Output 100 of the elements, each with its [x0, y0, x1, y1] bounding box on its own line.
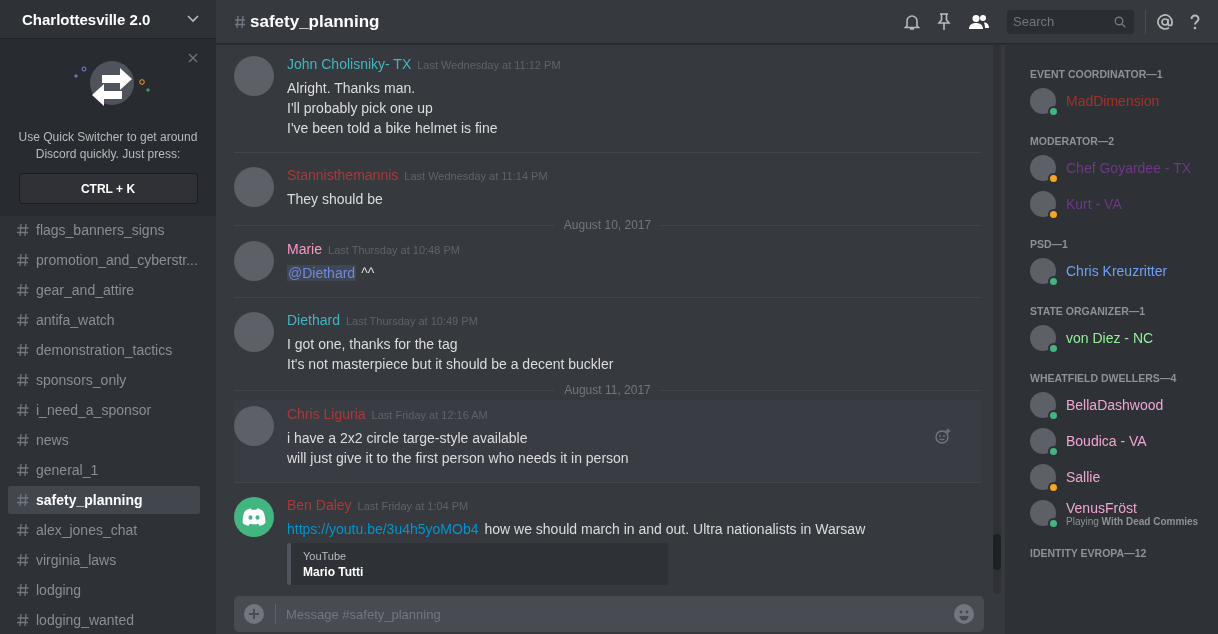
channel-item[interactable]: news — [8, 426, 200, 454]
channel-item[interactable]: antifa_watch — [8, 306, 200, 334]
scrollbar[interactable] — [993, 44, 1001, 594]
member-name: Sallie — [1066, 469, 1101, 485]
channel-item[interactable]: i_need_a_sponsor — [8, 396, 200, 424]
user-mention[interactable]: @Diethard — [287, 265, 357, 281]
members-icon[interactable] — [968, 13, 990, 30]
channel-hash-icon — [16, 283, 30, 297]
channel-item[interactable]: lodging_wanted — [8, 606, 200, 634]
channel-item[interactable]: safety_planning — [8, 486, 200, 514]
channel-hash-icon — [16, 253, 30, 267]
avatar — [1030, 325, 1056, 351]
avatar — [1030, 191, 1056, 217]
link[interactable]: https://youtu.be/3u4h5yoMOb4 — [287, 521, 479, 537]
message-text: ^^ — [361, 265, 375, 281]
channel-item[interactable]: general_1 — [8, 456, 200, 484]
avatar — [1030, 500, 1056, 526]
channel-hash-icon — [16, 373, 30, 387]
member-group-title: WHEATFIELD DWELLERS—4 — [1030, 372, 1178, 385]
message-text: will just give it to the first person who needs it in person — [287, 449, 629, 468]
avatar — [1030, 464, 1056, 490]
avatar — [1030, 392, 1056, 418]
member-name: BellaDashwood — [1066, 397, 1164, 413]
member-name: Chef Goyardee - TX — [1066, 160, 1192, 176]
message-text: Alright. Thanks man. — [287, 79, 417, 98]
avatar — [1030, 155, 1056, 181]
member-group-title: PSD—1 — [1030, 238, 1069, 251]
channel-hash-icon — [16, 223, 30, 237]
member-group-title: STATE ORGANIZER—1 — [1030, 305, 1147, 318]
channel-hash-icon — [16, 343, 30, 357]
channel-hash-icon — [16, 583, 30, 597]
channel-hash-icon — [16, 493, 30, 507]
member-name: Boudica - VA — [1066, 433, 1147, 449]
date-divider: August 11, 2017 — [563, 383, 652, 397]
avatar[interactable] — [234, 406, 274, 446]
message-text: i have a 2x2 circle targe-style available — [287, 429, 529, 448]
activity-status: Playing With Dead Commies — [1066, 515, 1199, 527]
member-item[interactable]: Boudica - VA — [1030, 423, 1210, 459]
channel-hash-icon — [16, 523, 30, 537]
channel-item[interactable]: lodging — [8, 576, 200, 604]
channel-hash-icon — [16, 403, 30, 417]
channel-hash-icon — [16, 433, 30, 447]
avatar — [1030, 428, 1056, 454]
member-item[interactable]: Chris Kreuzritter — [1030, 253, 1210, 289]
author-name[interactable]: Diethard — [287, 312, 340, 328]
author-name[interactable]: Marie — [287, 241, 322, 257]
scrollbar-thumb[interactable] — [993, 534, 1001, 570]
message-text: I've been told a bike helmet is fine — [287, 119, 499, 138]
member-item[interactable]: VenusFröst Playing With Dead Commies — [1030, 495, 1210, 531]
avatar[interactable] — [234, 56, 274, 96]
plus-icon[interactable] — [244, 604, 264, 624]
pin-icon[interactable] — [937, 12, 951, 31]
member-name: Chris Kreuzritter — [1066, 263, 1168, 279]
member-item[interactable]: von Diez - NC — [1030, 320, 1210, 356]
author-name[interactable]: John Cholisniky- TX — [287, 56, 412, 72]
close-icon[interactable] — [188, 53, 198, 63]
channel-hash-icon — [234, 14, 246, 29]
avatar[interactable] — [234, 241, 274, 281]
member-name: Kurt - VA — [1066, 196, 1122, 212]
member-group-title: IDENTITY EVROPA—12 — [1030, 547, 1148, 560]
help-icon[interactable] — [1190, 13, 1200, 30]
message-text: how we should march in and out. Ultra nationalists in Warsaw — [484, 521, 866, 537]
member-item[interactable]: Sallie — [1030, 459, 1210, 495]
add-reaction-icon[interactable] — [935, 428, 951, 444]
channel-item[interactable]: alex_jones_chat — [8, 516, 200, 544]
avatar — [1030, 88, 1056, 114]
server-name: Charlottesville 2.0 — [22, 10, 151, 28]
member-name: MadDimension — [1066, 93, 1160, 109]
channel-hash-icon — [16, 613, 30, 627]
embed-title[interactable]: Mario Tutti — [303, 565, 656, 579]
member-name: VenusFröst — [1066, 499, 1138, 516]
channel-hash-icon — [16, 313, 30, 327]
message-text: It's not masterpiece but it should be a decent buckler — [287, 355, 614, 374]
member-group-title: MODERATOR—2 — [1030, 135, 1116, 148]
channel-item[interactable]: virginia_laws — [8, 546, 200, 574]
avatar — [1030, 258, 1056, 284]
search-icon — [1114, 15, 1126, 28]
message-text: I'll probably pick one up — [287, 99, 434, 118]
member-item[interactable]: BellaDashwood — [1030, 387, 1210, 423]
avatar[interactable] — [234, 167, 274, 207]
member-name: von Diez - NC — [1066, 330, 1154, 346]
channel-hash-icon — [16, 463, 30, 477]
member-group-title: EVENT COORDINATOR—1 — [1030, 68, 1164, 81]
mention-icon[interactable] — [1157, 13, 1173, 30]
channel-title: safety_planning — [250, 11, 380, 32]
date-divider: August 10, 2017 — [562, 218, 653, 232]
channel-item[interactable]: promotion_and_cyberstr... — [8, 246, 200, 274]
channel-item[interactable]: flags_banners_signs — [8, 216, 200, 244]
embed-provider: YouTube — [303, 550, 348, 562]
message-text: I got one, thanks for the tag — [287, 335, 459, 354]
avatar[interactable] — [234, 312, 274, 352]
quick-switcher-hint: Use Quick Switcher to get around Discord quickly. Just press: — [17, 129, 199, 163]
channel-item[interactable]: demonstration_tactics — [8, 336, 200, 364]
emoji-icon[interactable] — [954, 604, 974, 624]
search-field[interactable]: Search — [1007, 9, 1134, 34]
channel-item[interactable]: sponsors_only — [8, 366, 200, 394]
bell-icon[interactable] — [904, 12, 920, 31]
controller-logo-avatar[interactable] — [234, 497, 274, 537]
channel-item[interactable]: gear_and_attire — [8, 276, 200, 304]
shortcut-button[interactable]: CTRL + K — [18, 173, 198, 204]
